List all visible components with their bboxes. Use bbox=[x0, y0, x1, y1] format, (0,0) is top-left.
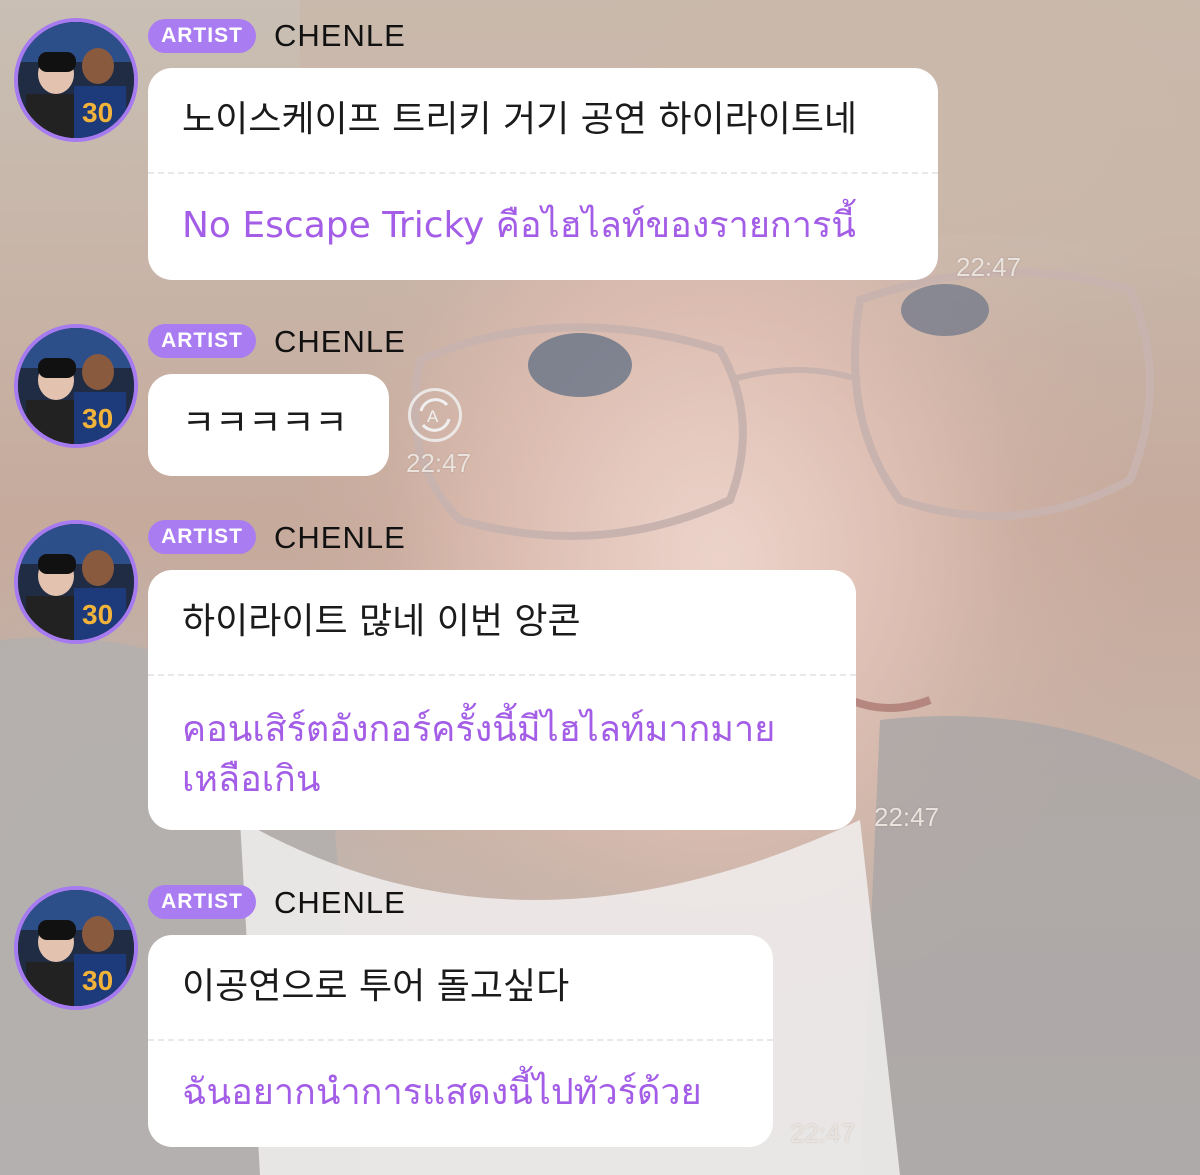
timestamp: 22:47 bbox=[956, 252, 1022, 282]
svg-text:30: 30 bbox=[82, 403, 113, 434]
svg-text:30: 30 bbox=[82, 599, 113, 630]
timestamp: 22:47 bbox=[790, 1118, 856, 1148]
divider bbox=[148, 172, 938, 174]
original-text: 이공연으로 투어 돌고싶다 bbox=[182, 966, 570, 1007]
original-text: 노이스케이프 트리키 거기 공연 하이라이트네 bbox=[182, 99, 858, 140]
username: CHENLE bbox=[274, 324, 406, 359]
avatar[interactable]: 30 bbox=[14, 520, 138, 644]
message-bubble[interactable]: 하이라이트 많네 이번 앙콘 คอนเสิร์ตอังกอร์ครั้งนี้ม… bbox=[148, 570, 856, 830]
message-bubble[interactable]: 노이스케이프 트리키 거기 공연 하이라이트네 No Escape Tricky… bbox=[148, 68, 938, 280]
svg-text:30: 30 bbox=[82, 97, 113, 128]
translated-text: ฉันอยากนำการแสดงนี้ไปทัวร์ด้วย bbox=[182, 1072, 702, 1113]
translated-text-line1: คอนเสิร์ตอังกอร์ครั้งนี้มีไฮไลท์มากมาย bbox=[182, 709, 776, 750]
avatar[interactable]: 30 bbox=[14, 324, 138, 448]
translated-text: No Escape Tricky คือไฮไลท์ของรายการนี้ bbox=[182, 205, 856, 246]
svg-text:A: A bbox=[427, 407, 439, 426]
divider bbox=[148, 674, 856, 676]
svg-text:30: 30 bbox=[82, 965, 113, 996]
artist-badge: ARTIST bbox=[148, 324, 256, 358]
translate-button[interactable]: A bbox=[408, 388, 462, 442]
artist-badge: ARTIST bbox=[148, 885, 256, 919]
username: CHENLE bbox=[274, 885, 406, 920]
divider bbox=[148, 1039, 773, 1041]
avatar[interactable]: 30 bbox=[14, 18, 138, 142]
translated-text-line2: เหลือเกิน bbox=[182, 759, 321, 800]
artist-badge: ARTIST bbox=[148, 520, 256, 554]
username: CHENLE bbox=[274, 520, 406, 555]
avatar[interactable]: 30 bbox=[14, 886, 138, 1010]
message-bubble[interactable]: 이공연으로 투어 돌고싶다 ฉันอยากนำการแสดงนี้ไปทัวร์… bbox=[148, 935, 773, 1147]
translate-icon: A bbox=[419, 398, 451, 432]
original-text: ㅋㅋㅋㅋㅋ bbox=[182, 403, 348, 444]
original-text: 하이라이트 많네 이번 앙콘 bbox=[182, 601, 581, 642]
message-bubble[interactable]: ㅋㅋㅋㅋㅋ bbox=[148, 374, 389, 476]
timestamp: 22:47 bbox=[874, 802, 940, 832]
artist-badge: ARTIST bbox=[148, 19, 256, 53]
username: CHENLE bbox=[274, 18, 406, 53]
timestamp: 22:47 bbox=[406, 448, 472, 478]
